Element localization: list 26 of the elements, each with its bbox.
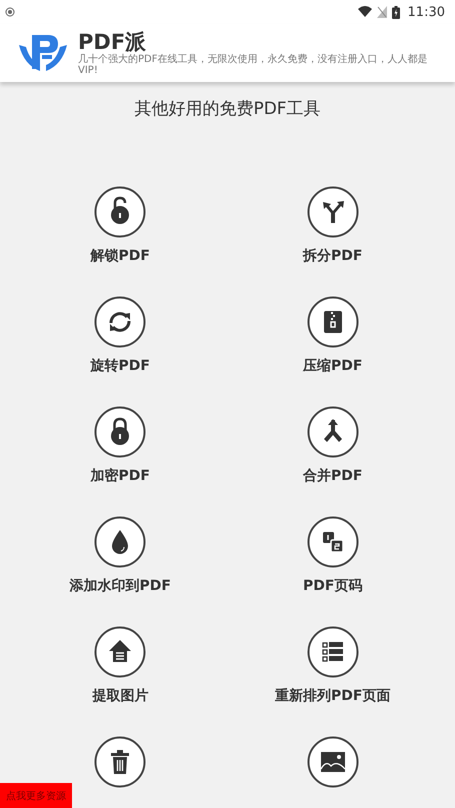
page-number-icon[interactable] — [306, 516, 359, 568]
trash-icon[interactable] — [94, 736, 146, 788]
tool-label[interactable]: 添加水印到PDF — [70, 577, 171, 595]
tool-label[interactable]: 合并PDF — [303, 467, 362, 485]
zip-file-icon[interactable] — [306, 296, 359, 348]
battery-icon — [392, 6, 400, 18]
tool-label[interactable]: 加密PDF — [90, 467, 150, 485]
tool-label[interactable]: 旋转PDF — [90, 357, 150, 375]
tool-label[interactable]: 拆分PDF — [303, 247, 362, 265]
tool-label[interactable]: 压缩PDF — [303, 357, 362, 375]
list-icon[interactable] — [306, 626, 359, 678]
tool-label[interactable]: 提取图片 — [92, 687, 148, 705]
app-tagline: 几十个强大的PDF在线工具，无限次使用，永久免费，没有注册入口，人人都是VIP! — [78, 54, 428, 76]
status-time: 11:30 — [408, 4, 445, 20]
droplet-icon[interactable] — [94, 516, 146, 568]
lock-icon[interactable] — [94, 406, 146, 458]
no-signal-icon — [376, 6, 387, 18]
section-title: 其他好用的免费PDF工具 — [133, 98, 322, 120]
tool-label[interactable]: PDF页码 — [303, 577, 362, 595]
tool-label[interactable]: 解锁PDF — [90, 247, 150, 265]
image-icon[interactable] — [306, 736, 359, 788]
app-title: PDF派 — [78, 30, 148, 54]
tool-label[interactable]: 重新排列PDF页面 — [275, 687, 390, 705]
unlock-icon[interactable] — [94, 186, 146, 238]
rotate-icon[interactable] — [94, 296, 146, 348]
wifi-icon — [358, 6, 372, 18]
